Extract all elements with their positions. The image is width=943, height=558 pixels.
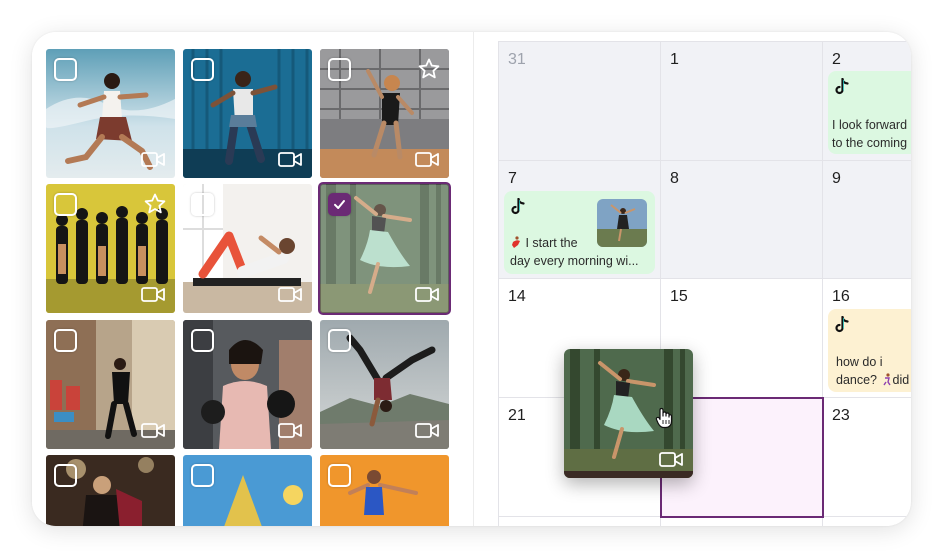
media-tile[interactable] [183,49,312,178]
video-camera-icon [278,423,302,438]
day-number: 23 [832,407,850,424]
checkmark-icon [334,200,345,209]
media-tile[interactable] [320,49,449,178]
dancer-emoji-icon [882,373,891,386]
select-checkbox[interactable] [328,58,351,81]
video-camera-icon [415,287,439,302]
calendar-day-cell[interactable]: 2 I look forward to the coming [823,42,911,161]
post-caption-line: I look forward [832,118,908,132]
calendar-day-cell[interactable]: 8 [661,161,823,279]
star-icon[interactable] [143,192,167,216]
media-tile[interactable] [183,320,312,449]
select-checkbox[interactable] [191,464,214,487]
calendar-day-cell[interactable]: 23 [823,398,911,517]
media-tile[interactable] [46,49,175,178]
select-checkbox[interactable] [328,329,351,352]
star-icon[interactable] [417,57,441,81]
calendar-day-cell[interactable] [499,517,661,526]
day-number: 9 [832,170,841,187]
day-number: 15 [670,288,688,305]
video-camera-icon [141,152,165,167]
post-caption-line: dance? did [836,371,909,389]
media-tile[interactable] [46,320,175,449]
video-camera-icon [415,423,439,438]
select-checkbox[interactable] [54,329,77,352]
post-caption-line: how do i [836,355,883,369]
media-tile-selected[interactable] [318,182,451,315]
scheduled-post-card[interactable]: how do i dance? did [828,309,911,392]
day-number: 1 [670,51,679,68]
media-tile[interactable] [183,184,312,313]
dancer-forest-thumbnail [597,199,647,247]
select-checkbox[interactable] [191,193,214,216]
select-checkbox[interactable] [54,58,77,81]
grab-hand-icon [655,407,673,429]
tiktok-icon [835,316,849,333]
day-number: 8 [670,170,679,187]
content-calendar: 31 1 2 I look forward to the coming 7 I … [498,41,911,526]
media-tile[interactable] [320,455,449,526]
day-number: 31 [508,51,526,68]
post-caption-line: I start the [510,234,578,252]
calendar-day-cell[interactable]: 1 [661,42,823,161]
select-checkbox[interactable] [328,464,351,487]
dancer-emoji-icon [512,236,520,248]
post-caption-line: to the coming [832,136,908,150]
video-camera-icon [659,452,683,467]
media-tile[interactable] [46,455,175,526]
post-thumbnail [597,199,647,247]
calendar-day-cell[interactable] [661,517,823,526]
day-number: 16 [832,288,850,305]
media-tile[interactable] [183,455,312,526]
video-camera-icon [278,152,302,167]
calendar-day-cell[interactable]: 31 [499,42,661,161]
tiktok-icon [835,78,849,95]
calendar-day-cell[interactable]: 7 I start the day every morning wi... [499,161,661,279]
media-tile[interactable] [46,184,175,313]
tiktok-icon [511,198,525,215]
video-camera-icon [415,152,439,167]
scheduled-post-card[interactable]: I look forward to the coming [828,71,911,154]
scheduler-card: 31 1 2 I look forward to the coming 7 I … [32,32,911,526]
media-tile[interactable] [320,320,449,449]
select-checkbox[interactable] [191,58,214,81]
select-checkbox[interactable] [54,464,77,487]
calendar-day-cell[interactable]: 16 how do i dance? did [823,279,911,398]
video-camera-icon [141,287,165,302]
day-number: 7 [508,170,517,187]
scheduled-post-card[interactable]: I start the day every morning wi... [504,191,655,274]
select-checkbox[interactable] [54,193,77,216]
panel-divider [473,32,474,526]
post-caption-text: I start the [525,236,578,250]
post-caption-line: day every morning wi... [510,254,639,268]
drag-preview-tile[interactable] [564,349,693,478]
day-number: 2 [832,51,841,68]
post-caption-text: did [892,373,910,387]
video-camera-icon [278,287,302,302]
calendar-day-cell[interactable]: 9 [823,161,911,279]
post-caption-text: dance? [836,373,878,387]
day-number: 21 [508,407,526,424]
media-library-grid [32,32,473,526]
calendar-day-cell[interactable] [823,517,911,526]
video-camera-icon [141,423,165,438]
select-checkbox[interactable] [191,329,214,352]
select-checkbox-checked[interactable] [328,193,351,216]
day-number: 14 [508,288,526,305]
